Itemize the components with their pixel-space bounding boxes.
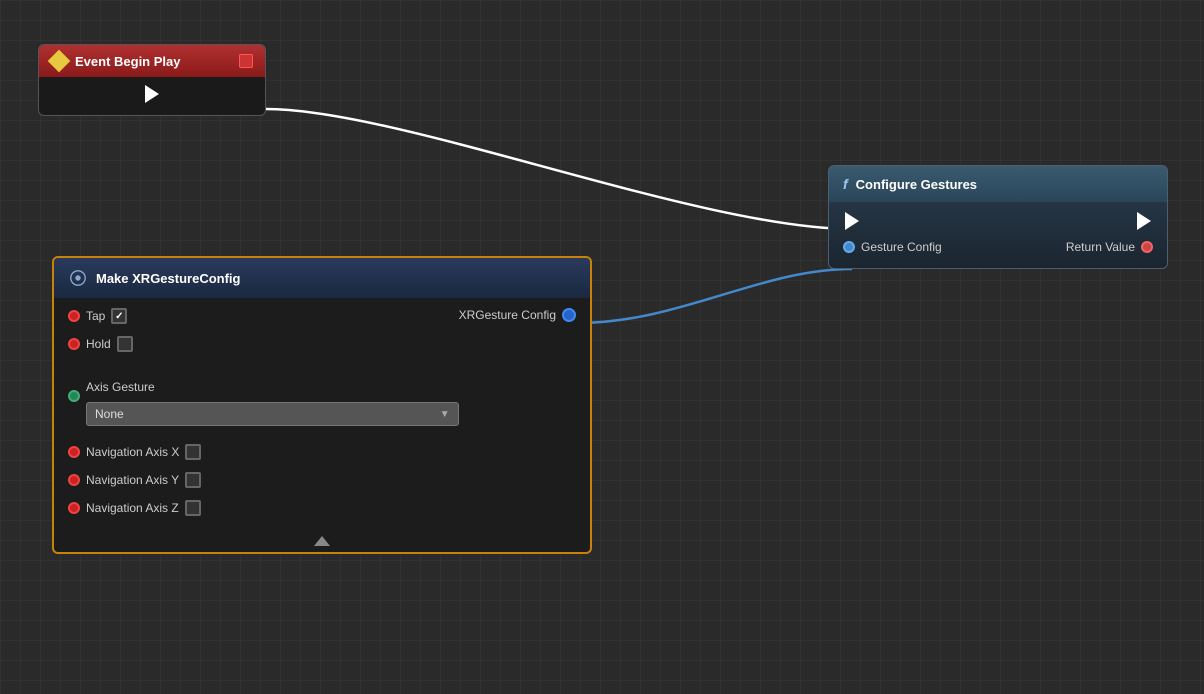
- exec-out-pin-configure[interactable]: [1135, 212, 1153, 230]
- return-value-row: Return Value: [1066, 240, 1153, 254]
- make-xrgesture-config-node: Make XRGestureConfig Tap Hold Axis Gestu…: [52, 256, 592, 554]
- nav-axis-x-row: Navigation Axis X: [68, 444, 459, 460]
- dropdown-arrow-icon: ▼: [440, 409, 450, 420]
- hold-checkbox[interactable]: [117, 336, 133, 352]
- make-xrgesture-body: Tap Hold Axis Gesture None ▼ N: [54, 298, 590, 530]
- make-pins-left: Tap Hold Axis Gesture None ▼ N: [68, 308, 459, 516]
- configure-gestures-title: Configure Gestures: [856, 177, 977, 192]
- axis-gesture-dropdown[interactable]: None ▼: [86, 402, 459, 426]
- nav-axis-z-pin[interactable]: [68, 502, 80, 514]
- nav-axis-z-label: Navigation Axis Z: [86, 501, 179, 515]
- nav-axis-x-checkbox[interactable]: [185, 444, 201, 460]
- nav-axis-x-pin[interactable]: [68, 446, 80, 458]
- tap-row: Tap: [68, 308, 459, 324]
- event-begin-play-header: Event Begin Play: [39, 45, 265, 77]
- event-begin-play-body: [39, 77, 265, 115]
- close-button[interactable]: [239, 54, 253, 68]
- configure-gestures-header: f Configure Gestures: [829, 166, 1167, 202]
- nav-axis-x-label: Navigation Axis X: [86, 445, 179, 459]
- axis-gesture-section: Axis Gesture None ▼: [86, 364, 459, 426]
- make-xrgesture-header: Make XRGestureConfig: [54, 258, 590, 298]
- gesture-config-pin[interactable]: [843, 241, 855, 253]
- return-value-pin[interactable]: [1141, 241, 1153, 253]
- func-icon: f: [843, 176, 848, 192]
- hold-pin[interactable]: [68, 338, 80, 350]
- make-pins-right: XRGesture Config: [459, 308, 576, 322]
- nav-axis-z-checkbox[interactable]: [185, 500, 201, 516]
- make-icon: [68, 268, 88, 288]
- nav-axis-z-row: Navigation Axis Z: [68, 500, 459, 516]
- tap-pin[interactable]: [68, 310, 80, 322]
- return-value-label: Return Value: [1066, 240, 1135, 254]
- axis-gesture-pin[interactable]: [68, 390, 80, 402]
- exec-in-pin[interactable]: [843, 212, 861, 230]
- gesture-config-label: Gesture Config: [861, 240, 942, 254]
- event-icon: [48, 50, 71, 73]
- tap-checkbox[interactable]: [111, 308, 127, 324]
- configure-pins-left: Gesture Config: [843, 212, 942, 254]
- xr-gesture-config-out-label: XRGesture Config: [459, 308, 556, 322]
- configure-gestures-body: Gesture Config Return Value: [829, 202, 1167, 268]
- gesture-config-row: Gesture Config: [843, 240, 942, 254]
- exec-in-row: [843, 212, 942, 230]
- nav-axis-y-label: Navigation Axis Y: [86, 473, 179, 487]
- hold-row: Hold: [68, 336, 459, 352]
- make-xrgesture-title: Make XRGestureConfig: [96, 271, 240, 286]
- nav-axis-y-checkbox[interactable]: [185, 472, 201, 488]
- hold-label: Hold: [86, 337, 111, 351]
- axis-gesture-label: Axis Gesture: [86, 380, 459, 394]
- nav-axis-y-pin[interactable]: [68, 474, 80, 486]
- scroll-section: [54, 530, 590, 552]
- scroll-up-icon[interactable]: [314, 536, 330, 546]
- tap-label: Tap: [86, 309, 105, 323]
- configure-pins-right: Return Value: [1066, 212, 1153, 254]
- event-begin-play-title: Event Begin Play: [75, 54, 180, 69]
- axis-gesture-value: None: [95, 407, 124, 421]
- nav-axis-y-row: Navigation Axis Y: [68, 472, 459, 488]
- exec-out-pin[interactable]: [143, 85, 161, 103]
- exec-out-row: [1066, 212, 1153, 230]
- event-begin-play-node: Event Begin Play: [38, 44, 266, 116]
- xr-gesture-config-out-pin[interactable]: [562, 308, 576, 322]
- configure-gestures-node: f Configure Gestures Gesture Config: [828, 165, 1168, 269]
- xr-gesture-config-out-row: XRGesture Config: [459, 308, 576, 322]
